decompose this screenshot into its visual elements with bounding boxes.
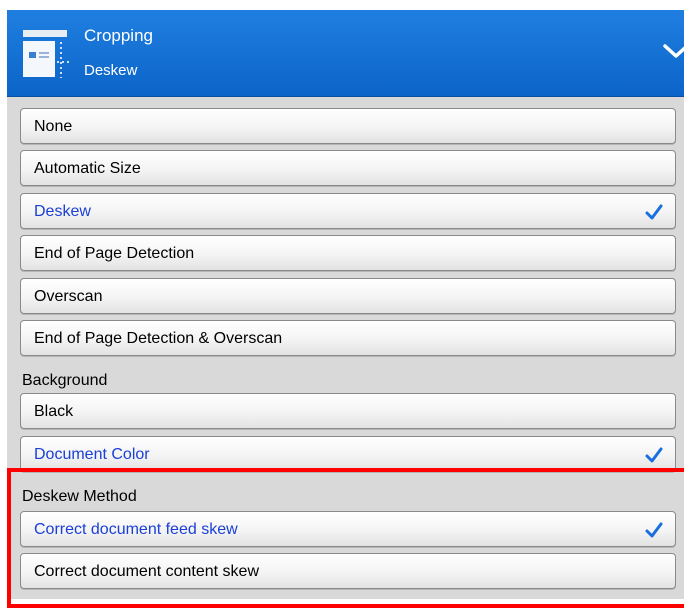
checkmark-icon [645, 447, 663, 463]
option-label: Document Color [34, 446, 150, 463]
option-background-black[interactable]: Black [20, 393, 676, 429]
checkmark-icon [645, 204, 663, 220]
option-label: End of Page Detection [34, 245, 195, 262]
option-label: Deskew [34, 203, 91, 220]
option-end-of-page-detection[interactable]: End of Page Detection [20, 235, 676, 271]
option-label: Automatic Size [34, 160, 141, 177]
header-title: Cropping [84, 26, 153, 45]
option-end-of-page-detection-overscan[interactable]: End of Page Detection & Overscan [20, 320, 676, 356]
cropping-document-icon [23, 30, 69, 78]
option-deskew[interactable]: Deskew [20, 193, 676, 229]
option-background-document-color[interactable]: Document Color [20, 436, 676, 472]
option-automatic-size[interactable]: Automatic Size [20, 150, 676, 186]
option-label: End of Page Detection & Overscan [34, 330, 283, 347]
option-label: Overscan [34, 288, 103, 305]
cropping-header[interactable]: Cropping Deskew [7, 10, 684, 97]
option-label: Black [34, 403, 74, 420]
option-overscan[interactable]: Overscan [20, 278, 676, 314]
background-section-label: Background [22, 372, 108, 389]
header-subtitle: Deskew [84, 62, 138, 79]
deskew-method-highlight-box [7, 468, 684, 608]
option-label: None [34, 118, 73, 135]
chevron-down-icon[interactable] [662, 40, 684, 62]
option-none[interactable]: None [20, 108, 676, 144]
